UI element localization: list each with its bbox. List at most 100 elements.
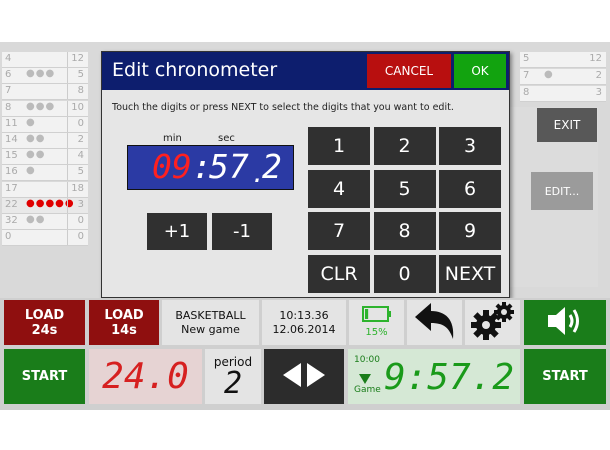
- battery-icon: [361, 305, 392, 326]
- row-separator: [67, 133, 68, 148]
- player-num: 8: [5, 101, 12, 113]
- player-rnum: 5: [77, 166, 84, 178]
- shot-clock-display[interactable]: 24.0: [89, 349, 202, 404]
- minus-one-button[interactable]: -1: [212, 213, 272, 250]
- player-rnum: 0: [77, 231, 84, 243]
- player-num: 17: [5, 182, 18, 194]
- player-rnum: 4: [77, 150, 84, 162]
- edit-chronometer-dialog: Edit chronometer CANCEL OK Touch the dig…: [101, 51, 510, 298]
- settings-button[interactable]: [465, 300, 520, 345]
- player-dots: ●●: [26, 133, 46, 144]
- player-row: 11 ● 0: [2, 116, 88, 133]
- player-dots: ●●: [26, 149, 46, 161]
- chronometer-display[interactable]: 09 : 57 . 2: [127, 145, 294, 190]
- player-num: 8: [523, 87, 530, 98]
- keypad-key[interactable]: 1: [308, 127, 370, 165]
- current-time: 10:13.36: [279, 308, 329, 322]
- current-date: 12.06.2014: [272, 322, 336, 336]
- player-dots: ●: [26, 116, 36, 128]
- player-dots: ●: [544, 69, 554, 80]
- player-row: 17 18: [2, 181, 88, 198]
- battery-percent: 15%: [365, 326, 388, 338]
- cancel-button[interactable]: CANCEL: [367, 54, 451, 88]
- speaker-volume-icon: [545, 304, 585, 342]
- row-separator: [67, 116, 68, 132]
- game-clock-display[interactable]: 10:00 Game 9:57.2: [348, 349, 520, 404]
- player-rnum: 8: [77, 85, 84, 97]
- player-num: 7: [5, 85, 12, 97]
- ok-button[interactable]: OK: [454, 54, 506, 88]
- player-rnum: 18: [71, 182, 84, 194]
- player-num: 6: [5, 69, 12, 81]
- player-rnum: 0: [77, 117, 84, 129]
- keypad-key[interactable]: 4: [308, 169, 370, 208]
- keypad-key[interactable]: 7: [308, 212, 370, 250]
- keypad-key[interactable]: 9: [439, 212, 501, 250]
- player-rnum: 3: [595, 87, 602, 98]
- player-row: 5 12: [520, 52, 606, 68]
- edit-button[interactable]: EDIT...: [531, 172, 593, 210]
- dialog-header: Edit chronometer CANCEL OK: [102, 52, 509, 90]
- shot-clock-value: 24.0: [102, 356, 189, 397]
- player-dots: ●●: [26, 214, 46, 225]
- row-separator: [67, 181, 68, 197]
- keypad-key[interactable]: 3: [439, 127, 501, 165]
- player-row: 78: [2, 84, 88, 101]
- plus-one-button[interactable]: +1: [147, 213, 207, 250]
- player-row: 6 ●●● 5: [2, 68, 88, 85]
- keypad-key[interactable]: 6: [439, 169, 501, 208]
- load-14s-button[interactable]: LOAD 14s: [89, 300, 159, 345]
- keypad-key[interactable]: 0: [373, 254, 436, 293]
- chrono-seconds[interactable]: 57: [209, 149, 249, 185]
- chrono-minutes[interactable]: 09: [152, 149, 192, 185]
- game-status: New game: [181, 322, 240, 336]
- sound-button[interactable]: [524, 300, 606, 345]
- dialog-title: Edit chronometer: [112, 59, 278, 81]
- chrono-tenths[interactable]: 2: [262, 149, 282, 185]
- player-rnum: 5: [77, 69, 84, 81]
- row-separator: [67, 52, 68, 67]
- player-num: 32: [5, 215, 18, 226]
- keypad-key[interactable]: 2: [373, 127, 436, 165]
- game-info: BASKETBALL New game: [162, 300, 259, 345]
- settings-gears-icon: [470, 301, 516, 345]
- player-rnum: 12: [71, 53, 84, 64]
- keypad-key[interactable]: NEXT: [439, 254, 501, 293]
- player-row: 83: [520, 86, 606, 102]
- load-24s-button[interactable]: LOAD 24s: [4, 300, 85, 345]
- period-display[interactable]: period 2: [205, 349, 261, 404]
- seconds-label: sec: [218, 133, 235, 144]
- player-dots: ●: [26, 165, 36, 177]
- player-rnum: 12: [589, 53, 602, 64]
- game-period-time: 10:00: [354, 355, 380, 365]
- player-row: 15 ●● 4: [2, 149, 88, 166]
- player-row: 32 ●● 0: [2, 214, 88, 230]
- player-num: 11: [5, 117, 18, 129]
- player-num: 4: [5, 53, 12, 64]
- keypad-key[interactable]: CLR: [308, 254, 370, 293]
- game-clock-value: 9:57.2: [383, 357, 514, 398]
- row-separator: [67, 197, 68, 213]
- player-dots: ●●●: [26, 100, 56, 112]
- keypad-key[interactable]: 8: [373, 212, 436, 250]
- datetime-display: 10:13.36 12.06.2014: [262, 300, 346, 345]
- player-num: 5: [523, 53, 530, 64]
- start-shot-clock-button[interactable]: START: [4, 349, 85, 404]
- exit-button[interactable]: EXIT: [537, 108, 597, 142]
- battery-status: 15%: [349, 300, 404, 345]
- keypad-key[interactable]: 5: [373, 169, 436, 208]
- player-row: 22 ●●●●● 3: [2, 197, 88, 214]
- row-separator: [67, 100, 68, 116]
- sport-name: BASKETBALL: [175, 308, 246, 322]
- player-row: 4 12: [2, 52, 88, 68]
- left-right-arrows-icon: [281, 362, 327, 392]
- direction-button[interactable]: [264, 349, 344, 404]
- dialog-instruction: Touch the digits or press NEXT to select…: [112, 102, 454, 113]
- undo-button[interactable]: [407, 300, 462, 345]
- row-separator: [67, 214, 68, 229]
- player-num: 22: [5, 198, 18, 210]
- start-game-clock-button[interactable]: START: [524, 349, 606, 404]
- player-num: 14: [5, 134, 18, 145]
- player-rnum: 0: [77, 215, 84, 226]
- player-row: 16 ● 5: [2, 165, 88, 182]
